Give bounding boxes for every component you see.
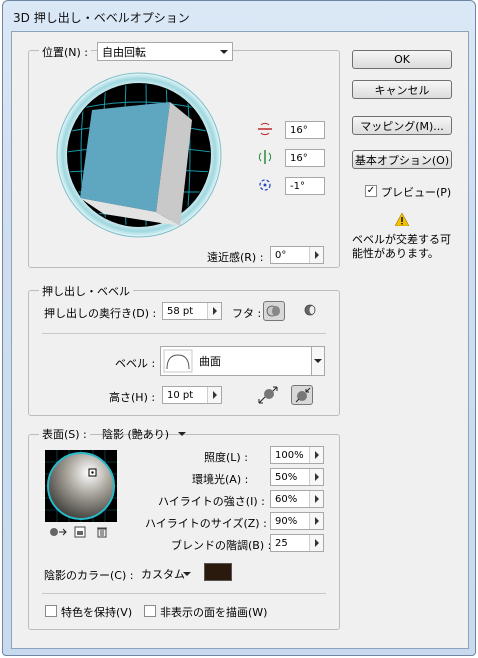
light-intensity-value: 100% bbox=[275, 449, 304, 461]
x-rotation-input[interactable]: 16° bbox=[285, 121, 325, 139]
preview-checkbox[interactable]: ✓ bbox=[365, 185, 377, 197]
bevel-label: ベベル : bbox=[115, 357, 156, 370]
surface-label: 表面(S) : bbox=[39, 426, 90, 442]
perspective-stepper[interactable] bbox=[309, 247, 323, 263]
curved-bevel-icon bbox=[163, 349, 193, 373]
chevron-down-icon bbox=[183, 572, 191, 576]
warning-icon bbox=[395, 213, 409, 226]
surface-separator bbox=[42, 593, 326, 594]
ambient-light-value: 50% bbox=[275, 471, 298, 483]
draw-hidden-checkbox[interactable] bbox=[144, 605, 156, 617]
depth-stepper[interactable] bbox=[207, 303, 221, 319]
bevel-extent-in-icon bbox=[295, 387, 311, 403]
chevron-down-icon bbox=[220, 50, 228, 54]
blend-steps-value: 25 bbox=[275, 537, 288, 549]
ambient-light-stepper[interactable] bbox=[309, 469, 323, 485]
highlight-size-label: ハイライトのサイズ(Z) : bbox=[145, 517, 267, 530]
rotation-trackcube[interactable] bbox=[56, 72, 222, 238]
shade-color-label: 陰影のカラー(C) : bbox=[44, 569, 134, 582]
preview-label: プレビュー(P) bbox=[381, 186, 452, 199]
cancel-label: キャンセル bbox=[374, 83, 430, 97]
shade-color-select[interactable]: カスタム bbox=[136, 564, 196, 583]
extrude-separator bbox=[42, 333, 326, 334]
z-axis-rotate-icon bbox=[259, 179, 271, 191]
highlight-intensity-stepper[interactable] bbox=[309, 491, 323, 507]
y-rotation-input[interactable]: 16° bbox=[285, 149, 325, 167]
bevel-value: 曲面 bbox=[199, 355, 221, 368]
z-rotation-value: -1° bbox=[290, 180, 305, 192]
ok-button[interactable]: OK bbox=[352, 50, 452, 69]
highlight-intensity-label: ハイライトの強さ(I) : bbox=[158, 495, 265, 508]
ok-label: OK bbox=[394, 53, 410, 66]
dialog-window: 3D 押し出し・ベベルオプション 位置(N) : 自由回転 16° 16° -1… bbox=[2, 0, 476, 656]
position-preset-select[interactable]: 自由回転 bbox=[97, 42, 233, 61]
bevel-select[interactable]: 曲面 bbox=[160, 346, 325, 376]
depth-input[interactable]: 58 pt bbox=[162, 302, 222, 320]
highlight-intensity-input[interactable]: 60% bbox=[270, 490, 324, 508]
light-intensity-label: 照度(L) : bbox=[204, 451, 248, 464]
cap-off-button[interactable] bbox=[300, 301, 322, 321]
preserve-spot-checkbox[interactable] bbox=[45, 605, 57, 617]
extrude-bevel-label: 押し出し・ベベル bbox=[39, 283, 133, 299]
cancel-button[interactable]: キャンセル bbox=[352, 80, 452, 99]
position-preset-value: 自由回転 bbox=[102, 45, 146, 59]
y-rotation-value: 16° bbox=[290, 152, 308, 164]
shade-color-value: カスタム bbox=[141, 567, 185, 581]
highlight-size-input[interactable]: 90% bbox=[270, 512, 324, 530]
bevel-extent-in-button[interactable] bbox=[291, 385, 313, 405]
blend-steps-label: ブレンドの階調(B) : bbox=[171, 539, 272, 552]
window-title: 3D 押し出し・ベベルオプション bbox=[13, 11, 190, 25]
basic-options-label: 基本オプション(O) bbox=[354, 153, 450, 167]
bevel-warning-text: ベベルが交差する可能性があります。 bbox=[352, 233, 451, 260]
ambient-light-input[interactable]: 50% bbox=[270, 468, 324, 486]
depth-label: 押し出しの奥行き(D) : bbox=[44, 307, 157, 320]
bevel-extent-out-button[interactable] bbox=[257, 385, 279, 405]
z-rotation-input[interactable]: -1° bbox=[285, 177, 325, 195]
mapping-button[interactable]: マッピング(M)... bbox=[352, 116, 452, 135]
cap-on-icon bbox=[266, 305, 280, 317]
draw-hidden-label: 非表示の面を描画(W) bbox=[160, 606, 268, 619]
bevel-extent-out-icon bbox=[258, 386, 278, 404]
blend-steps-stepper[interactable] bbox=[309, 535, 323, 551]
height-input[interactable]: 10 pt bbox=[162, 386, 222, 404]
position-label: 位置(N) : bbox=[39, 44, 92, 60]
blend-steps-input[interactable]: 25 bbox=[270, 534, 324, 552]
chevron-down-icon bbox=[178, 432, 186, 436]
light-intensity-input[interactable]: 100% bbox=[270, 446, 324, 464]
y-axis-rotate-icon bbox=[258, 150, 272, 164]
perspective-value: 0° bbox=[275, 249, 287, 261]
perspective-label: 遠近感(R) : bbox=[207, 251, 264, 264]
lighting-sphere[interactable] bbox=[45, 450, 117, 522]
chevron-down-icon bbox=[314, 359, 322, 363]
surface-select[interactable]: 陰影 (艶あり) bbox=[97, 424, 191, 443]
perspective-input[interactable]: 0° bbox=[270, 246, 324, 264]
height-label: 高さ(H) : bbox=[109, 391, 156, 404]
ambient-light-label: 環境光(A) : bbox=[192, 473, 249, 486]
new-light-icon[interactable] bbox=[74, 526, 86, 538]
highlight-intensity-value: 60% bbox=[275, 493, 298, 505]
delete-light-icon[interactable] bbox=[96, 526, 108, 538]
depth-value: 58 pt bbox=[167, 305, 194, 317]
bevel-dropdown-button[interactable] bbox=[311, 346, 325, 376]
cap-off-icon bbox=[304, 304, 316, 316]
mapping-label: マッピング(M)... bbox=[360, 119, 444, 133]
move-light-back-icon[interactable] bbox=[49, 526, 67, 538]
preserve-spot-label: 特色を保持(V) bbox=[61, 606, 133, 619]
x-rotation-value: 16° bbox=[290, 124, 308, 136]
height-value: 10 pt bbox=[167, 389, 194, 401]
highlight-size-value: 90% bbox=[275, 515, 298, 527]
height-stepper[interactable] bbox=[207, 387, 221, 403]
cap-label: フタ : bbox=[232, 307, 262, 320]
light-intensity-stepper[interactable] bbox=[309, 447, 323, 463]
cap-on-button[interactable] bbox=[263, 301, 285, 321]
highlight-size-stepper[interactable] bbox=[309, 513, 323, 529]
surface-value: 陰影 (艶あり) bbox=[102, 427, 170, 441]
basic-options-button[interactable]: 基本オプション(O) bbox=[352, 150, 452, 169]
shade-color-swatch[interactable] bbox=[204, 563, 232, 581]
x-axis-rotate-icon bbox=[258, 122, 272, 136]
dialog-body: 位置(N) : 自由回転 16° 16° -1° 遠近感(R): 0° OK … bbox=[11, 31, 469, 649]
